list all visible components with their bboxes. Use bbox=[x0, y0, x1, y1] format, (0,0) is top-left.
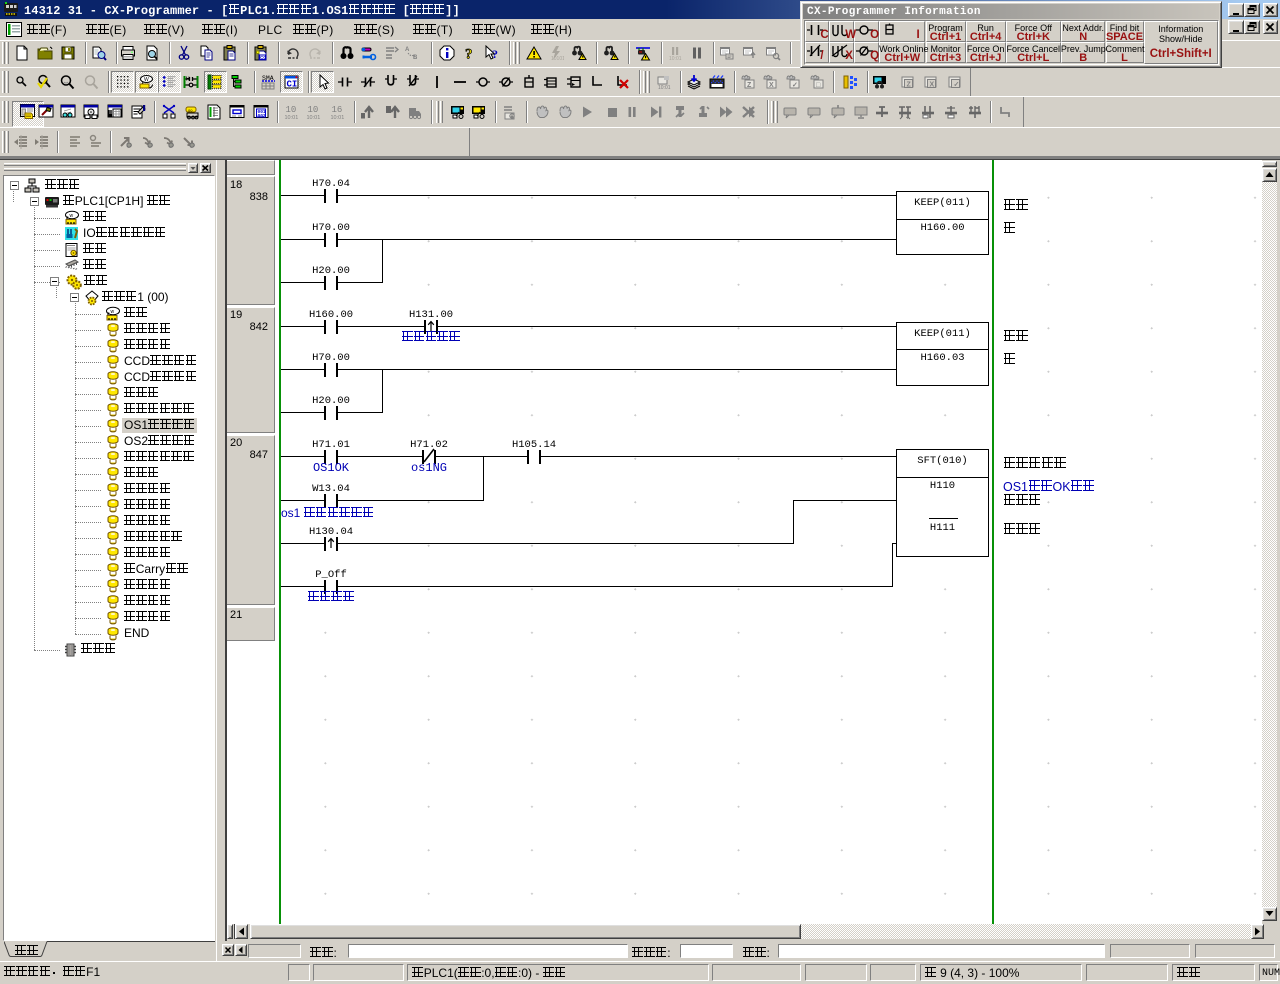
svg-text:002: 002 bbox=[257, 113, 265, 119]
svg-text:CI: CI bbox=[286, 80, 297, 90]
svg-text:?: ? bbox=[492, 47, 498, 61]
svg-text:w: w bbox=[111, 309, 115, 315]
svg-text:?: ? bbox=[465, 47, 473, 62]
svg-text:10:01: 10:01 bbox=[330, 115, 344, 120]
svg-text:w: w bbox=[70, 213, 74, 219]
svg-text:W: W bbox=[144, 77, 149, 83]
svg-text:Z: Z bbox=[747, 82, 752, 89]
svg-text:✓: ✓ bbox=[792, 82, 798, 89]
svg-text:✓: ✓ bbox=[954, 82, 960, 89]
svg-text:10101: 10101 bbox=[551, 56, 564, 61]
svg-text:H: H bbox=[186, 77, 190, 83]
svg-text:10: 10 bbox=[286, 105, 297, 115]
svg-text:oo: oo bbox=[188, 108, 193, 113]
svg-text:CO: CO bbox=[260, 55, 267, 60]
svg-text:10:01: 10:01 bbox=[307, 115, 321, 120]
svg-text:X: X bbox=[769, 82, 774, 89]
svg-text:A: A bbox=[405, 47, 410, 53]
svg-text:10:01: 10:01 bbox=[658, 85, 671, 90]
svg-text:16: 16 bbox=[331, 105, 342, 115]
svg-text:10:01: 10:01 bbox=[285, 115, 299, 120]
svg-text:10:01: 10:01 bbox=[669, 56, 682, 61]
svg-text:Z: Z bbox=[907, 82, 912, 89]
svg-text:10: 10 bbox=[308, 105, 319, 115]
svg-text:X: X bbox=[930, 82, 935, 89]
